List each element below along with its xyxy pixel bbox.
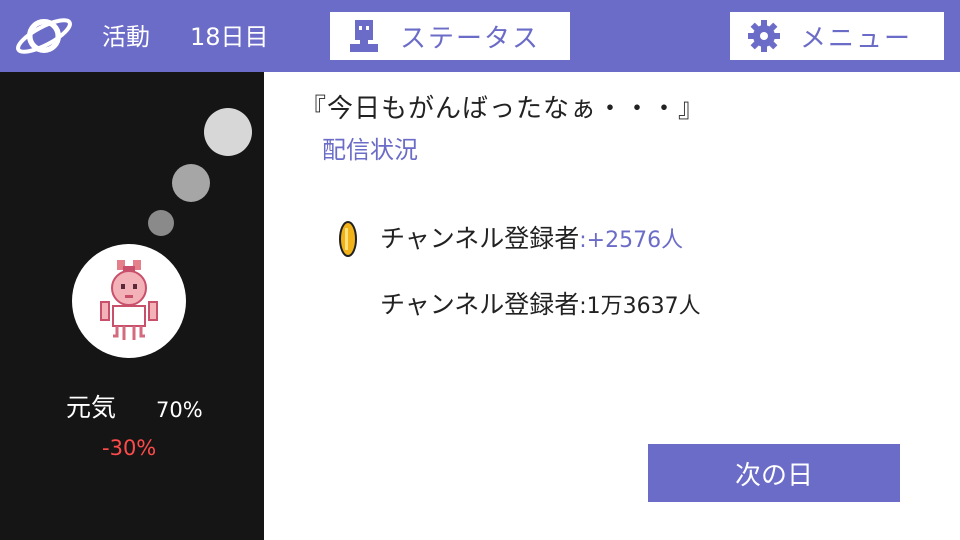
- subscriber-gain-label: チャンネル登録者: [380, 224, 580, 253]
- thought-bubble-small: [148, 210, 174, 236]
- gear-icon: [748, 20, 780, 52]
- dialogue-quote: 『今日もがんばったなぁ・・・』: [300, 94, 706, 124]
- subscriber-gain-row: チャンネル登録者:+2576人: [380, 222, 683, 258]
- subscriber-total-value: :1万3637人: [579, 294, 701, 319]
- genki-label: 元気: [66, 393, 117, 422]
- top-bar: 活動 18日目 ステータス メニュー: [0, 0, 960, 72]
- genki-value: 70%: [156, 398, 203, 422]
- subscriber-gain-value: :+2576人: [579, 228, 684, 253]
- day-counter: 18日目: [190, 23, 269, 51]
- status-button-label: ステータス: [400, 23, 541, 54]
- activity-label: 活動: [102, 23, 150, 51]
- stream-status-heading: 配信状況: [322, 136, 418, 164]
- coin-icon: [339, 221, 357, 257]
- subscriber-total-label: チャンネル登録者: [380, 290, 580, 319]
- planet-icon: [16, 18, 72, 54]
- next-day-button[interactable]: 次の日: [648, 444, 900, 502]
- status-button[interactable]: ステータス: [330, 12, 570, 60]
- menu-button-label: メニュー: [800, 23, 913, 54]
- thought-bubble-large: [204, 108, 252, 156]
- character-sprite: [100, 260, 158, 340]
- subscriber-total-row: チャンネル登録者:1万3637人: [380, 288, 701, 324]
- thought-bubble-medium: [172, 164, 210, 202]
- character-avatar: [72, 244, 186, 358]
- menu-button[interactable]: メニュー: [730, 12, 944, 60]
- genki-delta: -30%: [102, 436, 157, 460]
- person-icon: [350, 20, 378, 52]
